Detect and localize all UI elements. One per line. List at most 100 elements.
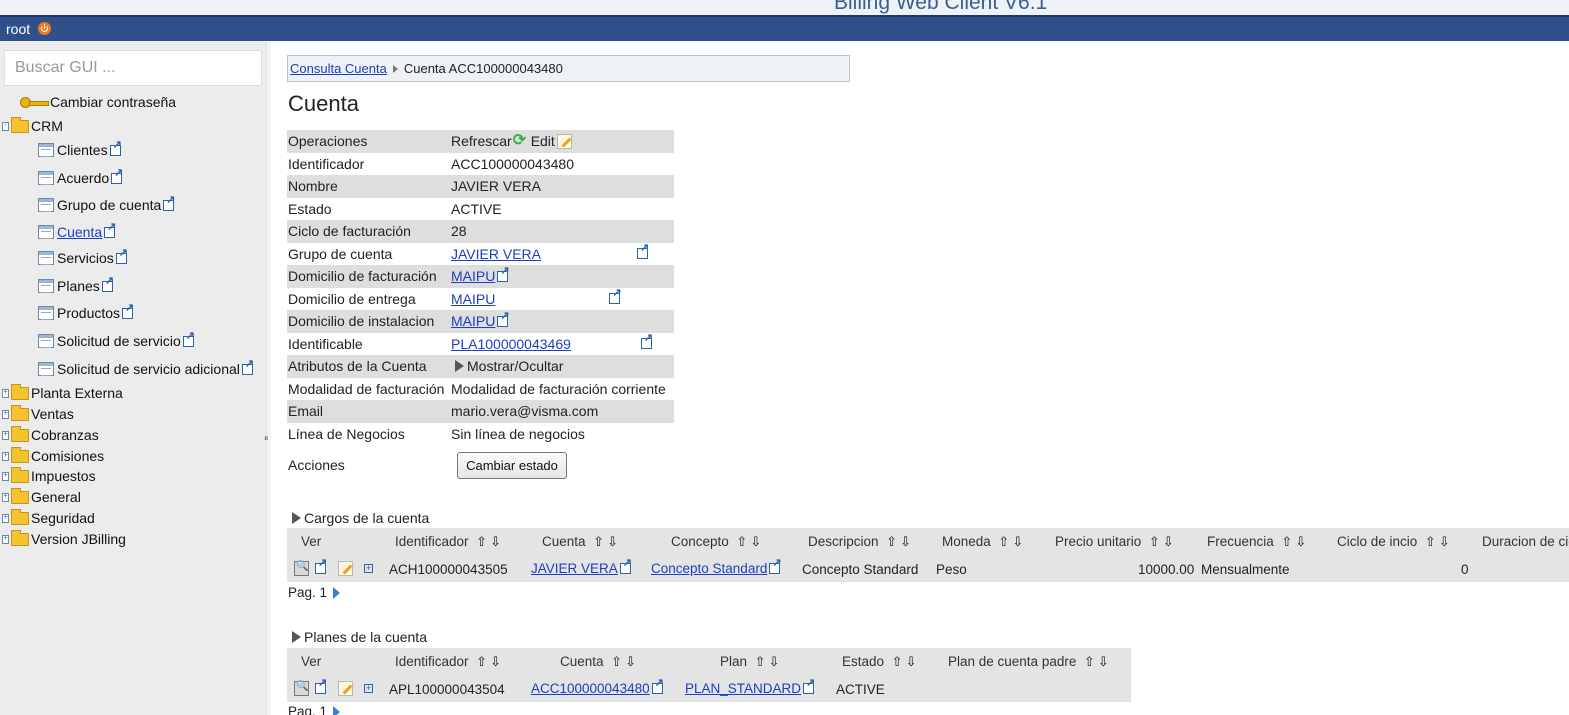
sidebar-folder-version-jbilling[interactable]: + Version JBilling bbox=[2, 528, 126, 550]
next-page-icon[interactable] bbox=[333, 705, 341, 715]
sort-down-icon[interactable]: ⇩ bbox=[489, 535, 503, 549]
external-link-icon[interactable] bbox=[619, 558, 632, 574]
sort-down-icon[interactable]: ⇩ bbox=[1294, 535, 1308, 549]
expand-triangle-icon[interactable] bbox=[455, 360, 464, 372]
expand-icon[interactable]: + bbox=[2, 430, 9, 440]
sidebar-item-planes[interactable]: Planes bbox=[38, 275, 114, 297]
sort-down-icon[interactable]: ⇩ bbox=[624, 655, 638, 669]
sidebar-splitter[interactable] bbox=[266, 41, 271, 715]
sort-up-icon[interactable]: ⇧ bbox=[475, 655, 489, 669]
external-link-icon[interactable] bbox=[769, 558, 782, 574]
column-header-frecuencia[interactable]: Frecuencia ⇧ ⇩ bbox=[1207, 534, 1308, 549]
sort-down-icon[interactable]: ⇩ bbox=[899, 535, 913, 549]
sort-up-icon[interactable]: ⇧ bbox=[592, 535, 606, 549]
plus-icon[interactable]: + bbox=[364, 684, 373, 693]
external-link-icon[interactable] bbox=[111, 168, 123, 184]
sidebar-folder-general[interactable]: + General bbox=[2, 486, 81, 508]
sort-down-icon[interactable]: ⇩ bbox=[489, 655, 503, 669]
sort-down-icon[interactable]: ⇩ bbox=[1437, 535, 1451, 549]
breadcrumb-link-consulta-cuenta[interactable]: Consulta Cuenta bbox=[290, 61, 387, 76]
column-header-estado[interactable]: Estado ⇧ ⇩ bbox=[842, 654, 918, 669]
external-link-icon[interactable] bbox=[803, 678, 815, 694]
sidebar-item-acuerdo[interactable]: Acuerdo bbox=[38, 167, 123, 189]
sidebar-folder-comisiones[interactable]: + Comisiones bbox=[2, 445, 104, 467]
sort-up-icon[interactable]: ⇧ bbox=[1082, 655, 1096, 669]
splitter-grip-icon[interactable]: ⏸ bbox=[264, 433, 269, 444]
dom-fact-link[interactable]: MAIPU bbox=[451, 268, 495, 284]
external-link-icon[interactable] bbox=[651, 678, 664, 694]
sort-up-icon[interactable]: ⇧ bbox=[890, 655, 904, 669]
edit-link[interactable]: Edit bbox=[531, 133, 555, 149]
sort-down-icon[interactable]: ⇩ bbox=[904, 655, 918, 669]
sidebar-folder-impuestos[interactable]: + Impuestos bbox=[2, 465, 96, 487]
external-link-icon[interactable] bbox=[497, 266, 510, 282]
column-header-plan[interactable]: Plan ⇧ ⇩ bbox=[720, 654, 781, 669]
sidebar-folder-ventas[interactable]: + Ventas bbox=[2, 403, 74, 425]
dom-inst-link[interactable]: MAIPU bbox=[451, 313, 495, 329]
external-link-icon[interactable] bbox=[115, 248, 128, 264]
sort-up-icon[interactable]: ⇧ bbox=[735, 535, 749, 549]
expand-icon[interactable]: + bbox=[2, 409, 9, 419]
identificable-link[interactable]: PLA100000043469 bbox=[451, 336, 571, 352]
external-link-icon[interactable] bbox=[163, 195, 176, 211]
sidebar-folder-planta-externa[interactable]: + Planta Externa bbox=[2, 382, 123, 404]
column-header-cuenta[interactable]: Cuenta ⇧ ⇩ bbox=[560, 654, 638, 669]
expand-icon[interactable]: + bbox=[2, 451, 9, 461]
cuenta-link[interactable]: JAVIER VERA bbox=[531, 561, 618, 576]
sidebar-folder-crm[interactable]: - CRM bbox=[2, 115, 63, 137]
external-link-icon[interactable] bbox=[182, 331, 195, 347]
expand-icon[interactable]: + bbox=[2, 471, 9, 481]
external-link-icon[interactable] bbox=[497, 311, 510, 327]
sort-up-icon[interactable]: ⇧ bbox=[1280, 535, 1294, 549]
sidebar-item-cuenta[interactable]: Cuenta bbox=[38, 221, 116, 243]
cargos-section-toggle[interactable]: Cargos de la cuenta bbox=[292, 510, 429, 526]
external-link-icon[interactable] bbox=[640, 333, 653, 349]
external-link-icon[interactable] bbox=[609, 288, 622, 304]
sidebar-folder-seguridad[interactable]: + Seguridad bbox=[2, 507, 95, 529]
sidebar-item-label[interactable]: Cuenta bbox=[57, 224, 102, 240]
cuenta-link[interactable]: ACC100000043480 bbox=[531, 681, 650, 696]
expand-icon[interactable]: + bbox=[2, 534, 9, 544]
sidebar-item-clientes[interactable]: Clientes bbox=[38, 139, 122, 161]
column-header-descripcion[interactable]: Descripcion ⇧ ⇩ bbox=[808, 534, 913, 549]
sort-down-icon[interactable]: ⇩ bbox=[1011, 535, 1025, 549]
power-icon[interactable] bbox=[38, 22, 51, 35]
pencil-icon[interactable] bbox=[556, 133, 572, 149]
collapse-icon[interactable]: - bbox=[2, 121, 9, 131]
sidebar-item-productos[interactable]: Productos bbox=[38, 302, 134, 324]
planes-section-toggle[interactable]: Planes de la cuenta bbox=[292, 629, 427, 645]
column-header-identificador[interactable]: Identificador ⇧ ⇩ bbox=[395, 654, 503, 669]
external-link-icon[interactable] bbox=[241, 359, 254, 375]
column-header-moneda[interactable]: Moneda ⇧ ⇩ bbox=[942, 534, 1025, 549]
sidebar-item-servicios[interactable]: Servicios bbox=[38, 247, 128, 269]
sort-down-icon[interactable]: ⇩ bbox=[1096, 655, 1110, 669]
search-input[interactable] bbox=[4, 50, 262, 86]
sidebar-item-solicitud-de-servicio-adicional[interactable]: Solicitud de servicio adicional bbox=[38, 358, 254, 380]
next-page-icon[interactable] bbox=[333, 586, 341, 599]
column-header-duracion[interactable]: Duracion de ciclo bbox=[1482, 534, 1569, 549]
external-link-icon[interactable] bbox=[101, 276, 114, 292]
dom-ent-link[interactable]: MAIPU bbox=[451, 291, 495, 307]
pencil-icon[interactable] bbox=[338, 561, 353, 576]
sort-down-icon[interactable]: ⇩ bbox=[606, 535, 620, 549]
expand-icon[interactable]: + bbox=[2, 513, 9, 523]
sort-up-icon[interactable]: ⇧ bbox=[610, 655, 624, 669]
sidebar-item-solicitud-de-servicio[interactable]: Solicitud de servicio bbox=[38, 330, 195, 352]
plan-link[interactable]: PLAN_STANDARD bbox=[685, 681, 801, 696]
expand-triangle-icon[interactable] bbox=[292, 512, 301, 524]
external-link-icon[interactable] bbox=[122, 303, 134, 319]
grupo-link[interactable]: JAVIER VERA bbox=[451, 246, 541, 262]
sort-down-icon[interactable]: ⇩ bbox=[1161, 535, 1175, 549]
sort-down-icon[interactable]: ⇩ bbox=[767, 655, 781, 669]
column-header-concepto[interactable]: Concepto ⇧ ⇩ bbox=[671, 534, 763, 549]
column-header-plan-padre[interactable]: Plan de cuenta padre ⇧ ⇩ bbox=[948, 654, 1110, 669]
sidebar-folder-cobranzas[interactable]: + Cobranzas bbox=[2, 424, 99, 446]
plus-icon[interactable]: + bbox=[364, 564, 373, 573]
refresh-link[interactable]: Refrescar bbox=[451, 133, 512, 149]
column-header-precio-unitario[interactable]: Precio unitario ⇧ ⇩ bbox=[1055, 534, 1175, 549]
cambiar-estado-button[interactable]: Cambiar estado bbox=[457, 452, 567, 479]
attributes-toggle[interactable]: Mostrar/Ocultar bbox=[455, 358, 563, 374]
sort-down-icon[interactable]: ⇩ bbox=[749, 535, 763, 549]
column-header-ciclo-inicio[interactable]: Ciclo de incio ⇧ ⇩ bbox=[1337, 534, 1451, 549]
sort-up-icon[interactable]: ⇧ bbox=[885, 535, 899, 549]
